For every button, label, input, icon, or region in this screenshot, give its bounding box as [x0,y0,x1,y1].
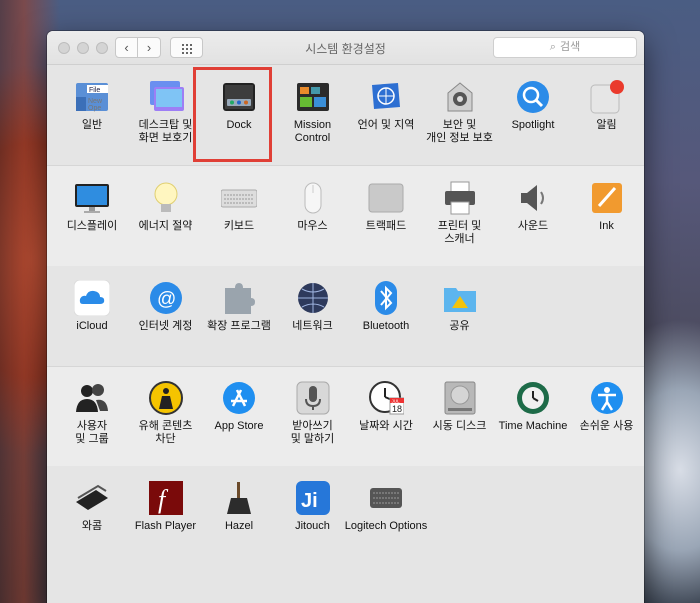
security-privacy-icon [442,79,478,115]
pref-pane-security-privacy[interactable]: 보안 및 개인 정보 보호 [423,79,497,149]
language-region-icon [368,79,404,115]
pref-pane-hazel[interactable]: Hazel [202,480,276,550]
pref-pane-keyboard[interactable]: 키보드 [202,180,276,250]
svg-text:18: 18 [392,404,402,414]
svg-text:File: File [89,87,100,94]
sharing-icon [442,280,478,316]
pref-pane-wacom[interactable]: 와콤 [55,480,129,550]
mouse-icon [295,180,331,216]
general-icon: File New Ope [74,79,110,115]
startup-disk-icon [442,380,478,416]
pref-pane-accessibility[interactable]: 손쉬운 사용 [570,380,644,450]
pref-pane-date-time[interactable]: JUL 18 날짜와 시간 [349,380,423,450]
pref-pane-desktop-screensaver[interactable]: 데스크탑 및 화면 보호기 [129,79,203,149]
pref-pane-mission-control[interactable]: Mission Control [276,79,350,149]
pref-pane-network[interactable]: 네트워크 [276,280,350,350]
pref-pane-label: Logitech Options [344,520,428,532]
pref-pane-internet-accounts[interactable]: @ 인터넷 계정 [129,280,203,350]
pref-pane-general[interactable]: File New Ope 일반 [55,79,129,149]
bluetooth-icon [368,280,404,316]
notifications-icon [589,79,625,115]
svg-text:@: @ [157,289,176,310]
icloud-icon [74,280,110,316]
keyboard-icon [221,180,257,216]
pref-pane-label: 알림 [596,119,617,131]
pref-pane-bluetooth[interactable]: Bluetooth [349,280,423,350]
dictation-speech-icon [295,380,331,416]
svg-text:Ope: Ope [88,105,101,112]
pref-pane-startup-disk[interactable]: 시동 디스크 [423,380,497,450]
accessibility-icon [589,380,625,416]
pref-pane-printers-scanners[interactable]: 프린터 및 스캐너 [423,180,497,250]
wacom-icon [74,480,110,516]
pref-pane-sharing[interactable]: 공유 [423,280,497,350]
displays-icon [74,180,110,216]
pref-pane-language-region[interactable]: 언어 및 지역 [349,79,423,149]
spotlight-icon [515,79,551,115]
pref-pane-ink[interactable]: Ink [570,180,644,250]
pref-pane-displays[interactable]: 디스플레이 [55,180,129,250]
search-field[interactable]: ⌕ 검색 [493,37,637,58]
search-placeholder: 검색 [559,41,581,53]
pref-pane-time-machine[interactable]: Time Machine [496,380,570,450]
pref-pane-parental-controls[interactable]: 유해 콘텐츠 차단 [129,380,203,450]
pref-pane-energy-saver[interactable]: 에너지 절약 [129,180,203,250]
pref-pane-label: 공유 [449,320,470,332]
pref-pane-label: Ink [599,220,614,232]
svg-text:Ji: Ji [301,490,318,512]
svg-text:New: New [88,98,103,105]
extensions-icon [221,280,257,316]
dock-highlight-box [193,67,272,162]
system-preferences-window: ‹ › 시스템 환경설정 ⌕ 검색 File New Ope 일반 데스크탑 및 화면 보… [47,31,644,603]
pref-pane-mouse[interactable]: 마우스 [276,180,350,250]
mission-control-icon [295,79,331,115]
pref-pane-flash-player[interactable]: f Flash Player [129,480,203,550]
users-groups-icon [74,380,110,416]
pref-pane-extensions[interactable]: 확장 프로그램 [202,280,276,350]
pref-pane-dictation-speech[interactable]: 받아쓰기 및 말하기 [276,380,350,450]
ink-icon [589,180,625,216]
printers-scanners-icon [442,180,478,216]
energy-saver-icon [148,180,184,216]
pref-pane-sound[interactable]: 사운드 [496,180,570,250]
pref-pane-icloud[interactable]: iCloud [55,280,129,350]
pref-pane-label: 손쉬운 사용 [579,420,634,432]
hazel-icon [221,480,257,516]
jitouch-icon: Ji [295,480,331,516]
pref-pane-notifications[interactable]: 알림 [570,79,644,149]
date-time-icon: JUL 18 [368,380,404,416]
desktop-screensaver-icon [148,79,184,115]
trackpad-icon [368,180,404,216]
sound-icon [515,180,551,216]
svg-text:JUL: JUL [392,398,400,403]
pref-pane-spotlight[interactable]: Spotlight [496,79,570,149]
network-icon [295,280,331,316]
pref-pane-app-store[interactable]: App Store [202,380,276,450]
logitech-options-icon [368,480,404,516]
parental-controls-icon [148,380,184,416]
flash-player-icon: f [148,480,184,516]
pref-pane-logitech-options[interactable]: Logitech Options [345,480,427,550]
internet-accounts-icon: @ [148,280,184,316]
title-bar: ‹ › 시스템 환경설정 ⌕ 검색 [47,31,644,65]
pref-pane-users-groups[interactable]: 사용자 및 그룹 [55,380,129,450]
time-machine-icon [515,380,551,416]
pref-pane-trackpad[interactable]: 트랙패드 [349,180,423,250]
pref-pane-jitouch[interactable]: Ji Jitouch [276,480,350,550]
search-icon: ⌕ [549,41,556,53]
app-store-icon [221,380,257,416]
